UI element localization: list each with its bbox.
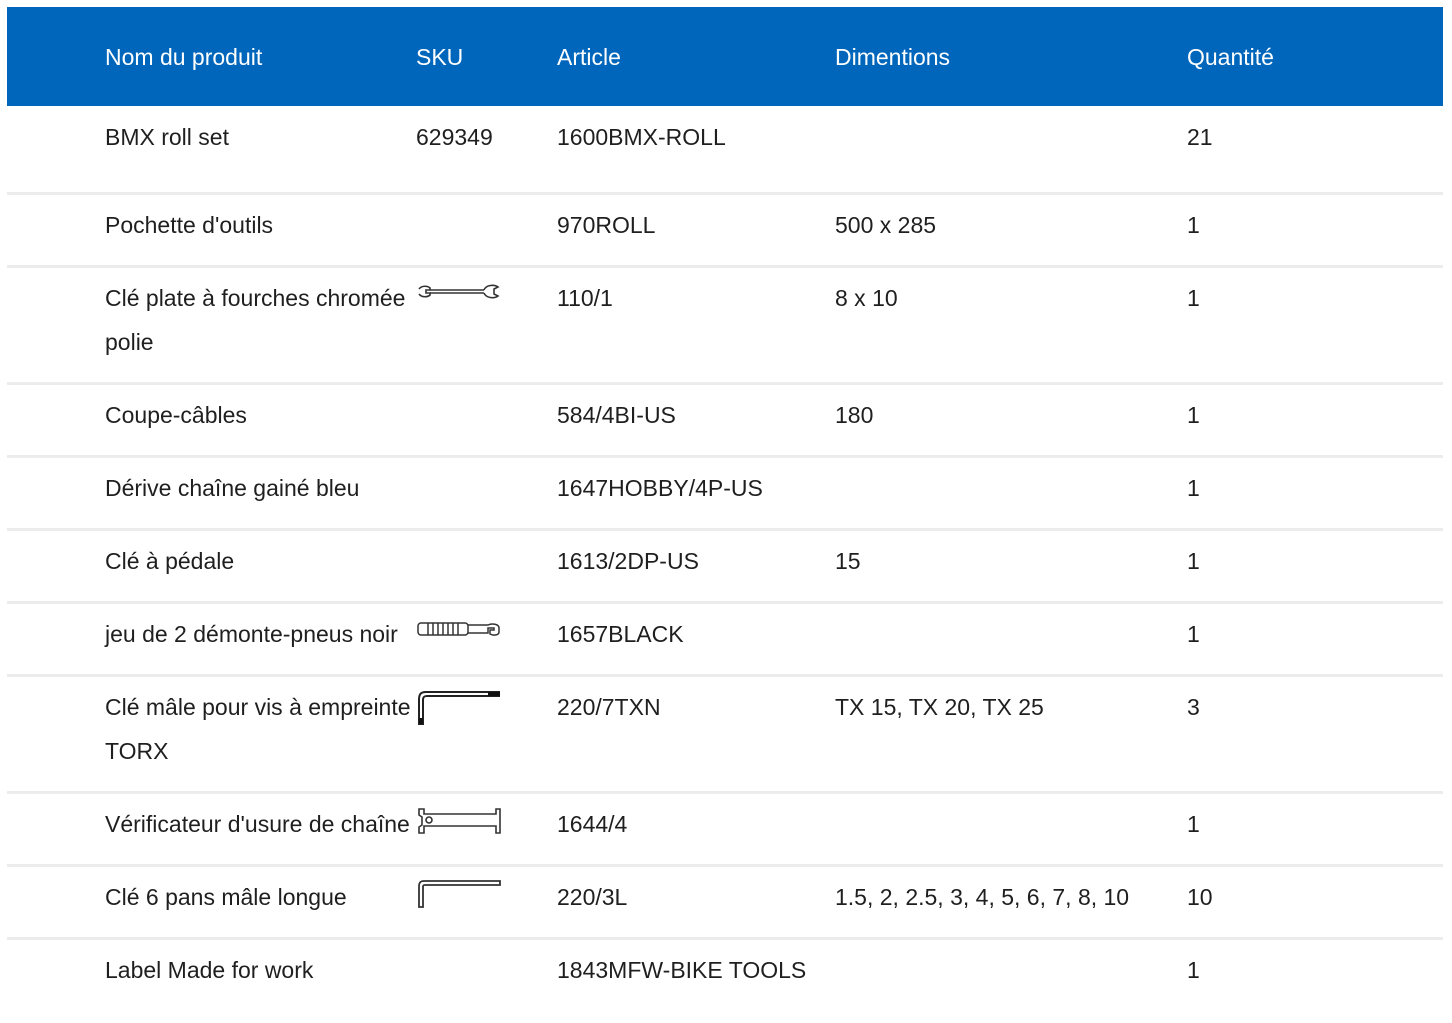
product-name: Clé plate à fourches chromée polie (105, 285, 406, 355)
article-cell: 1647HOBBY/4P-US (557, 475, 763, 501)
article-cell: 584/4BI-US (557, 402, 676, 428)
product-name: Label Made for work (105, 957, 314, 983)
article-cell: 220/3L (557, 884, 628, 910)
quantity-cell: 1 (1187, 621, 1200, 647)
dimensions-cell: 500 x 285 (835, 212, 937, 238)
table-body: BMX roll set 629349 1600BMX-ROLL 21 Poch… (7, 106, 1443, 992)
product-name: Clé mâle pour vis à empreinte TORX (105, 694, 411, 764)
table-row: Dérive chaîne gainé bleu 1647HOBBY/4P-US… (7, 457, 1443, 530)
table-row: BMX roll set 629349 1600BMX-ROLL 21 (7, 106, 1443, 194)
product-name: BMX roll set (105, 124, 229, 150)
dimensions-cell: 8 x 10 (835, 285, 898, 311)
sku-cell (416, 457, 557, 530)
header-sku: SKU (416, 43, 464, 70)
dimensions-cell (835, 106, 1187, 194)
table-row: Clé 6 pans mâle longue 220/3L 1.5, 2, 2.… (7, 866, 1443, 939)
product-name: Pochette d'outils (105, 212, 274, 238)
hex-key-icon (418, 880, 501, 908)
quantity-cell: 1 (1187, 475, 1200, 501)
quantity-cell: 1 (1187, 548, 1200, 574)
torx-key-icon (418, 691, 500, 725)
product-table-container: Nom du produit SKU Article Dimentions Qu… (7, 7, 1443, 992)
dimensions-cell (835, 457, 1187, 530)
table-row: Coupe-câbles 584/4BI-US 180 1 (7, 384, 1443, 457)
dimensions-cell: 15 (835, 548, 861, 574)
quantity-cell: 3 (1187, 694, 1200, 720)
sku-cell: 629349 (416, 124, 493, 150)
article-cell: 1600BMX-ROLL (557, 124, 726, 150)
table-row: Label Made for work 1843MFW-BIKE TOOLS 1 (7, 939, 1443, 993)
dimensions-cell (835, 793, 1187, 866)
article-cell: 110/1 (557, 285, 613, 311)
dimensions-cell (835, 939, 1187, 993)
product-name: Clé à pédale (105, 548, 235, 574)
table-row: Clé plate à fourches chromée polie 110/1… (7, 267, 1443, 384)
article-cell: 220/7TXN (557, 694, 661, 720)
sku-cell (416, 676, 557, 793)
product-name: Coupe-câbles (105, 402, 247, 428)
dimensions-cell (835, 603, 1187, 676)
article-cell: 1843MFW-BIKE TOOLS (557, 957, 807, 983)
sku-cell (416, 866, 557, 939)
open-end-wrench-icon (418, 284, 500, 299)
sku-cell (416, 530, 557, 603)
dimensions-cell: 180 (835, 402, 874, 428)
quantity-cell: 1 (1187, 957, 1200, 983)
header-row: Nom du produit SKU Article Dimentions Qu… (7, 7, 1443, 106)
article-cell: 1657BLACK (557, 621, 684, 647)
header-article: Article (557, 43, 621, 70)
quantity-cell: 1 (1187, 285, 1200, 311)
product-name: Clé 6 pans mâle longue (105, 884, 347, 910)
table-row: Pochette d'outils 970ROLL 500 x 285 1 (7, 194, 1443, 267)
product-name: Dérive chaîne gainé bleu (105, 475, 360, 501)
quantity-cell: 21 (1187, 124, 1213, 150)
table-row: Clé à pédale 1613/2DP-US 15 1 (7, 530, 1443, 603)
article-cell: 1644/4 (557, 811, 628, 837)
header-quantity: Quantité (1187, 43, 1274, 70)
product-table: Nom du produit SKU Article Dimentions Qu… (7, 7, 1443, 992)
sku-cell (416, 384, 557, 457)
sku-cell (416, 603, 557, 676)
sku-cell (416, 793, 557, 866)
sku-cell (416, 267, 557, 384)
table-row: jeu de 2 démonte-pneus noir 1657BLACK 1 (7, 603, 1443, 676)
header-product-name: Nom du produit (105, 43, 263, 70)
article-cell: 970ROLL (557, 212, 656, 238)
sku-cell (416, 939, 557, 993)
table-row: Clé mâle pour vis à empreinte TORX 220/7… (7, 676, 1443, 793)
product-name: Vérificateur d'usure de chaîne (105, 811, 410, 837)
quantity-cell: 1 (1187, 402, 1200, 428)
header-dimensions: Dimentions (835, 43, 951, 70)
table-header: Nom du produit SKU Article Dimentions Qu… (7, 7, 1443, 106)
article-cell: 1613/2DP-US (557, 548, 699, 574)
dimensions-cell: 1.5, 2, 2.5, 3, 4, 5, 6, 7, 8, 10 (835, 884, 1130, 910)
tire-lever-icon (417, 622, 500, 636)
quantity-cell: 1 (1187, 212, 1200, 238)
table-row: Vérificateur d'usure de chaîne 1644/4 1 (7, 793, 1443, 866)
quantity-cell: 10 (1187, 884, 1213, 910)
chain-checker-icon (418, 808, 501, 834)
product-name: jeu de 2 démonte-pneus noir (105, 621, 398, 647)
sku-cell (416, 194, 557, 267)
quantity-cell: 1 (1187, 811, 1200, 837)
dimensions-cell: TX 15, TX 20, TX 25 (835, 694, 1044, 720)
